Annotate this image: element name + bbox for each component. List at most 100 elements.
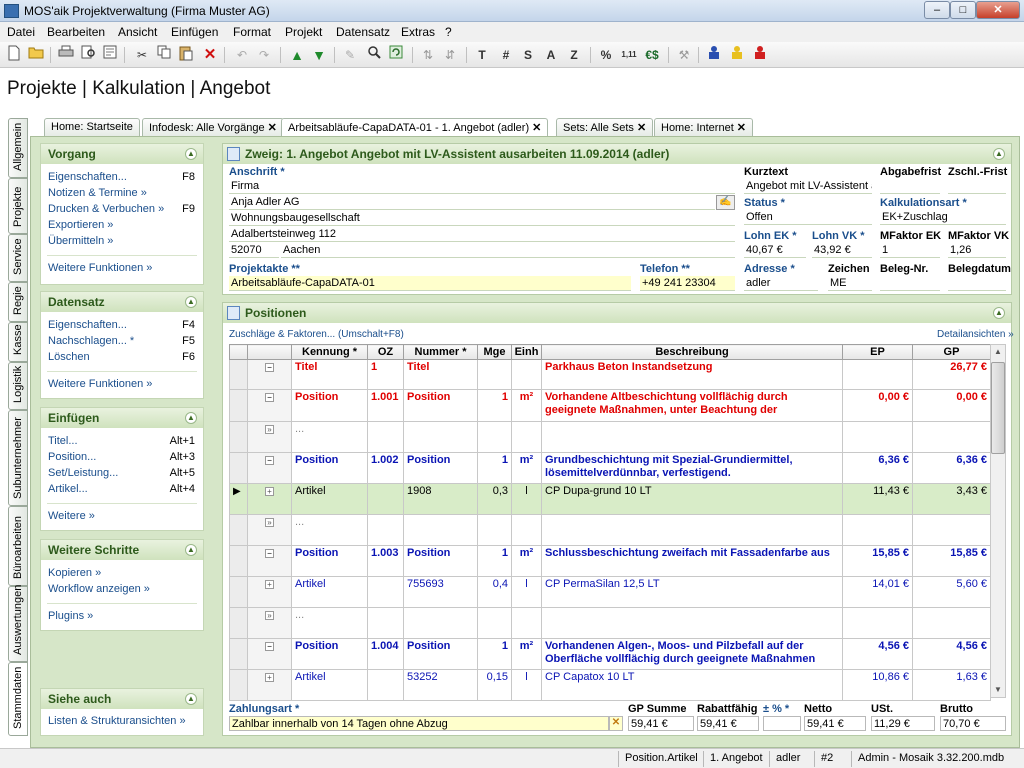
adresse-field[interactable]: adler bbox=[744, 276, 818, 291]
tree-node[interactable]: + bbox=[247, 669, 292, 701]
tab-sets[interactable]: Sets: Alle Sets ✕ bbox=[556, 118, 654, 136]
plz-field[interactable]: 52070 bbox=[229, 243, 279, 258]
menu-help[interactable]: ? bbox=[445, 25, 452, 39]
table-row[interactable]: − Position 1.002 Position 1 m² Grundbeschichtu… bbox=[229, 452, 991, 484]
undo-icon[interactable]: ↶ bbox=[232, 45, 252, 65]
row-indicator[interactable] bbox=[229, 669, 248, 701]
find-icon[interactable] bbox=[364, 45, 384, 65]
cell-einh[interactable]: m² bbox=[511, 389, 542, 422]
link-loeschen[interactable]: Löschen F6 bbox=[41, 350, 203, 366]
link-artikel[interactable]: Artikel... Alt+4 bbox=[41, 482, 203, 498]
link-weitere-funktionen[interactable]: Weitere Funktionen » bbox=[41, 377, 203, 393]
table-row[interactable]: + Artikel 755693 0,4 l CP PermaSilan 12,5 LT 1… bbox=[229, 576, 991, 608]
tree-node[interactable]: − bbox=[247, 359, 292, 390]
print-preview-icon[interactable] bbox=[78, 45, 98, 65]
cell-beschreibung[interactable]: CP PermaSilan 12,5 LT bbox=[541, 576, 843, 608]
link-plugins[interactable]: Plugins » bbox=[41, 609, 203, 625]
status-field[interactable]: Offen bbox=[744, 210, 872, 225]
table-row[interactable]: »... bbox=[229, 607, 991, 639]
panel-header[interactable]: Siehe auch ▲ bbox=[41, 689, 203, 709]
cell-nummer[interactable]: Position bbox=[403, 389, 478, 422]
vtab-allgemein[interactable]: Allgemein bbox=[8, 118, 28, 178]
cell-mge[interactable]: 1 bbox=[477, 452, 512, 484]
user-red-icon[interactable] bbox=[750, 45, 770, 65]
cell-nummer[interactable] bbox=[403, 514, 478, 546]
tree-toggle-icon[interactable]: + bbox=[265, 673, 274, 682]
cell-nummer[interactable] bbox=[403, 607, 478, 639]
tree-toggle-icon[interactable]: + bbox=[265, 580, 274, 589]
belegdatum-field[interactable] bbox=[948, 276, 1006, 291]
cell-ep[interactable]: 6,36 € bbox=[842, 452, 913, 484]
cell-nummer[interactable]: Position bbox=[403, 545, 478, 577]
kurztext-field[interactable]: Angebot mit LV-Assistent a bbox=[744, 179, 872, 194]
cell-beschreibung[interactable]: Grundbeschichtung mit Spezial-Grundiermi… bbox=[541, 452, 843, 484]
tab-internet[interactable]: Home: Internet ✕ bbox=[654, 118, 753, 136]
cell-mge[interactable] bbox=[477, 359, 512, 390]
sort-desc-icon[interactable]: ⇵ bbox=[440, 45, 460, 65]
row-indicator[interactable] bbox=[229, 359, 248, 390]
cell-einh[interactable] bbox=[511, 421, 542, 453]
tree-node[interactable]: » bbox=[247, 607, 292, 639]
anschrift-line-3[interactable]: Wohnungsbaugesellschaft bbox=[229, 211, 735, 226]
cell-nummer[interactable] bbox=[403, 421, 478, 453]
cell-oz[interactable]: 1.002 bbox=[367, 452, 404, 484]
detailansichten-link[interactable]: Detailansichten » bbox=[937, 329, 1014, 340]
tree-toggle-icon[interactable]: − bbox=[265, 393, 274, 402]
menu-datensatz[interactable]: Datensatz bbox=[336, 25, 390, 39]
collapse-icon[interactable]: ▲ bbox=[993, 148, 1005, 160]
panel-header[interactable]: Weitere Schritte ▲ bbox=[41, 540, 203, 560]
cell-kennung[interactable]: ... bbox=[291, 514, 368, 546]
menu-format[interactable]: Format bbox=[233, 25, 271, 39]
cell-ep[interactable]: 0,00 € bbox=[842, 389, 913, 422]
cell-gp[interactable]: 6,36 € bbox=[912, 452, 991, 484]
cell-beschreibung[interactable]: CP Capatox 10 LT bbox=[541, 669, 843, 701]
new-icon[interactable] bbox=[4, 45, 24, 65]
text-format-icon[interactable]: T bbox=[472, 45, 492, 65]
tab-close-icon[interactable]: ✕ bbox=[637, 122, 646, 134]
col-nummer[interactable]: Nummer * bbox=[403, 344, 478, 360]
open-icon[interactable] bbox=[26, 45, 46, 65]
tree-node[interactable]: + bbox=[247, 483, 292, 515]
vtab-stammdaten[interactable]: Stammdaten bbox=[8, 662, 28, 736]
cell-einh[interactable]: l bbox=[511, 483, 542, 515]
cell-oz[interactable] bbox=[367, 607, 404, 639]
cell-einh[interactable]: l bbox=[511, 669, 542, 701]
cell-einh[interactable]: m² bbox=[511, 545, 542, 577]
cell-kennung[interactable]: Artikel bbox=[291, 669, 368, 701]
vtab-regie[interactable]: Regie bbox=[8, 282, 28, 322]
cell-beschreibung[interactable]: Schlussbeschichtung zweifach mit Fassade… bbox=[541, 545, 843, 577]
cell-beschreibung[interactable] bbox=[541, 514, 843, 546]
edit-icon[interactable]: ✎ bbox=[340, 45, 360, 65]
cell-nummer[interactable]: Position bbox=[403, 452, 478, 484]
cell-gp[interactable]: 15,85 € bbox=[912, 545, 991, 577]
cell-nummer[interactable]: Titel bbox=[403, 359, 478, 390]
menu-extras[interactable]: Extras bbox=[401, 25, 435, 39]
row-indicator[interactable] bbox=[229, 421, 248, 453]
cell-gp[interactable] bbox=[912, 421, 991, 453]
beleg-nr-field[interactable] bbox=[880, 276, 940, 291]
mfaktor-ek-field[interactable]: 1 bbox=[880, 243, 940, 258]
link-weitere[interactable]: Weitere » bbox=[41, 509, 203, 525]
user-blue-icon[interactable] bbox=[704, 45, 724, 65]
vtab-bueroarbeiten[interactable]: Büroarbeiten bbox=[8, 506, 28, 586]
preview-icon[interactable] bbox=[100, 45, 120, 65]
cell-mge[interactable]: 1 bbox=[477, 545, 512, 577]
cell-oz[interactable]: 1.001 bbox=[367, 389, 404, 422]
cell-mge[interactable]: 0,3 bbox=[477, 483, 512, 515]
print-icon[interactable] bbox=[56, 45, 76, 65]
vtab-service[interactable]: Service bbox=[8, 234, 28, 282]
cell-beschreibung[interactable]: Vorhandenen Algen-, Moos- und Pilzbefall… bbox=[541, 638, 843, 670]
anschrift-line-2[interactable]: Anja Adler AG bbox=[229, 195, 715, 210]
col-kennung[interactable]: Kennung * bbox=[291, 344, 368, 360]
rabatt-percent-field[interactable] bbox=[763, 716, 801, 731]
cell-kennung[interactable]: Position bbox=[291, 452, 368, 484]
cell-gp[interactable]: 0,00 € bbox=[912, 389, 991, 422]
anschrift-line-4[interactable]: Adalbertsteinweg 112 bbox=[229, 227, 735, 242]
collapse-icon[interactable]: ▲ bbox=[185, 693, 197, 705]
tree-node[interactable]: − bbox=[247, 638, 292, 670]
link-drucken[interactable]: Drucken & Verbuchen » F9 bbox=[41, 202, 203, 218]
tab-infodesk[interactable]: Infodesk: Alle Vorgänge ✕ bbox=[142, 118, 284, 136]
col-oz[interactable]: OZ bbox=[367, 344, 404, 360]
anschrift-line-1[interactable]: Firma bbox=[229, 179, 735, 194]
menu-bearbeiten[interactable]: Bearbeiten bbox=[47, 25, 105, 39]
